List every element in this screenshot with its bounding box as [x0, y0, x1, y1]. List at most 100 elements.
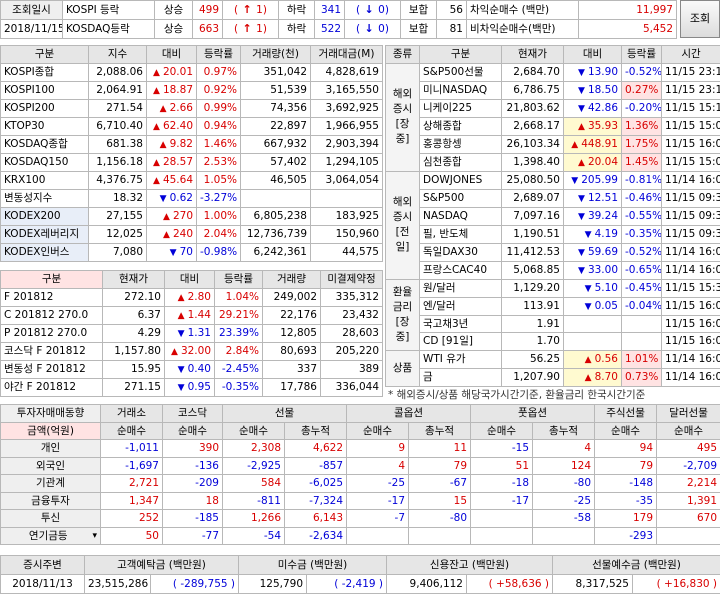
table-row[interactable]: 해외 증시 [장중]S&P500선물2,684.7013.90-0.52%11/…	[385, 62, 720, 172]
table-row[interactable]: 야간 F 201812271.15 0.95-0.35%17,786336,044	[0, 377, 383, 397]
change-cell: 20.04	[563, 152, 622, 172]
table-row[interactable]: 엔/달러113.91 0.05-0.04%11/15 16:00	[386, 296, 720, 316]
table-row[interactable]: 프랑스CAC405,068.85 33.00-0.65%11/14 16:00	[386, 260, 720, 280]
flow-value: 179	[594, 509, 658, 528]
table-row[interactable]: 개인 -1,011 390 2,308 4,622 9 11 -15 4 94 495	[0, 439, 720, 458]
global-note: * 해외증시/상품 해당국가시간기준, 환율금리 한국시간기준	[388, 389, 646, 401]
row-value: 21,803.62	[501, 98, 564, 118]
down-triangle-icon	[578, 101, 588, 117]
table-row[interactable]: 필, 반도체1,190.51 4.19-0.35%11/15 09:32	[386, 224, 720, 244]
table-row[interactable]: 미니NASDAQ6,786.75 18.500.27%11/15 23:14	[386, 80, 720, 100]
row-volume: 6,805,238	[240, 206, 311, 226]
table-row[interactable]: 상품WTI 유가56.25 0.561.01%11/14 16:00	[385, 349, 720, 387]
investor-name[interactable]: 연기금등 ▾	[0, 526, 101, 545]
table-row[interactable]: KOSPI종합2,088.06 20.010.97%351,0424,828,61…	[0, 62, 383, 82]
down-triangle-icon	[160, 191, 170, 207]
flow-value: 670	[656, 509, 720, 528]
table-row[interactable]: KOSDAQ1501,156.18 28.572.53%57,4021,294,1…	[0, 152, 383, 172]
row-value: 6.37	[102, 305, 165, 325]
table-row[interactable]: 해외 증시 [전일]DOWJONES25,080.50205.99-0.81%1…	[385, 170, 720, 280]
row-volume: 22,176	[262, 305, 321, 325]
row-time: 11/15 15:00	[661, 152, 720, 172]
table-row[interactable]: S&P5002,689.07 12.51-0.46%11/15 09:37	[386, 188, 720, 208]
table-row[interactable]: 코스닥 F 2018121,157.80 32.002.84%80,693205,…	[0, 341, 383, 361]
flow-value: 6,143	[283, 509, 348, 528]
change-value: 2.66	[169, 101, 193, 114]
table-cell: 상승	[154, 19, 193, 39]
table-row[interactable]: 변동성 F 20181215.95 0.40-2.45%337389	[0, 359, 383, 379]
flow-value: 4	[346, 456, 410, 475]
table-row[interactable]: CD [91일]1.70 11/15 16:00	[386, 332, 720, 351]
row-rate: 0.27%	[621, 80, 662, 100]
dropdown-arrow-icon[interactable]: ▾	[92, 528, 97, 544]
table-row[interactable]: 국고채3년1.91 11/15 16:00	[386, 314, 720, 333]
row-amount: 3,692,925	[310, 98, 383, 118]
table-row[interactable]: F 201812272.10 2.801.04%249,002335,312	[0, 287, 383, 307]
table-cell: 고객예탁금 (백만원)	[84, 555, 239, 575]
table-row[interactable]: KRX1004,376.75 45.641.05%46,5053,064,054	[0, 170, 383, 190]
row-value: 271.15	[102, 377, 165, 397]
table-row[interactable]: 변동성지수18.32 0.62-3.27%	[0, 188, 383, 208]
table-row[interactable]: 연기금등 ▾ 50 -77 -54 -2,634 -293	[0, 526, 720, 545]
table-row[interactable]: KODEX20027,155 2701.00%6,805,238183,925	[0, 206, 383, 226]
table-row[interactable]: KOSPI200271.54 2.660.99%74,3563,692,925	[0, 98, 383, 118]
row-name: 프랑스CAC40	[419, 260, 502, 280]
table-row[interactable]: P 201812 270.04.29 1.3123.39%12,80528,603	[0, 323, 383, 343]
column-header: 종류	[385, 45, 420, 64]
row-name: 엔/달러	[419, 296, 502, 316]
row-volume	[240, 188, 311, 208]
change-value: 2.80	[187, 290, 211, 303]
column-header: 콜옵션	[346, 404, 472, 423]
table-row[interactable]: 기관계 2,721 -209 584 -6,025 -25 -67 -18 -80 -148 2,2…	[0, 474, 720, 493]
table-row[interactable]: KODEX인버스7,080 70-0.98%6,242,36144,575	[0, 242, 383, 262]
flow-value: -25	[346, 474, 410, 493]
table-row[interactable]: NASDAQ7,097.16 39.24-0.55%11/15 09:32	[386, 206, 720, 226]
flow-value: 124	[532, 456, 596, 475]
change-cell: 62.40	[146, 116, 197, 136]
row-volume: 57,402	[240, 152, 311, 172]
table-row[interactable]: 심천종합1,398.40 20.041.45%11/15 15:00	[386, 152, 720, 172]
table-row[interactable]: 금1,207.90 8.700.73%11/14 16:00	[386, 367, 720, 387]
up-triangle-icon	[163, 209, 173, 225]
refresh-button[interactable]: 조회	[680, 0, 720, 38]
down-triangle-icon	[178, 326, 188, 342]
section-label: 상품	[385, 349, 420, 387]
change-cell: 8.70	[563, 367, 622, 387]
table-row[interactable]: KOSPI1002,064.91 18.870.92%51,5393,165,55…	[0, 80, 383, 100]
change-cell: 12.51	[563, 188, 622, 208]
row-value: 4.29	[102, 323, 165, 343]
table-row[interactable]: 홍콩항셍26,103.34 448.911.75%11/15 16:09	[386, 134, 720, 154]
table-row[interactable]: 상해종합2,668.17 35.931.36%11/15 15:01	[386, 116, 720, 136]
credit-balance-change: ( +58,636 )	[466, 574, 553, 594]
column-header: 순매수	[222, 421, 285, 440]
table-row[interactable]: 환율 금리 [장중]원/달러1,129.20 5.10-0.45%11/15 15…	[385, 278, 720, 351]
table-row[interactable]: KODEX레버리지12,025 2402.04%12,736,739150,960	[0, 224, 383, 244]
change-cell: 35.93	[563, 116, 622, 136]
table-row[interactable]: 니케이22521,803.62 42.86-0.20%11/15 15:15	[386, 98, 720, 118]
table-row[interactable]: KTOP306,710.40 62.400.94%22,8971,966,955	[0, 116, 383, 136]
row-volume: 351,042	[240, 62, 311, 82]
row-rate: -2.45%	[214, 359, 263, 379]
row-rate: -0.45%	[621, 278, 662, 298]
table-row[interactable]: 투신 252 -185 1,266 6,143 -7 -80 -58 179 670	[0, 509, 720, 528]
table-row[interactable]: KOSDAQ종합681.38 9.821.46%667,9322,903,394	[0, 134, 383, 154]
row-rate: 0.73%	[621, 367, 662, 387]
table-row[interactable]: 금융투자 1,347 18 -811 -7,324 -17 15 -17 -25 -35 1,391	[0, 491, 720, 510]
row-rate: -0.46%	[621, 188, 662, 208]
row-amount: 3,064,054	[310, 170, 383, 190]
change-cell: 18.87	[146, 80, 197, 100]
row-volume: 51,539	[240, 80, 311, 100]
column-header: 현재가	[501, 45, 564, 64]
table-row[interactable]: 독일DAX3011,412.53 59.69-0.52%11/14 16:00	[386, 242, 720, 262]
change-cell: 33.00	[563, 260, 622, 280]
row-amount: 3,165,550	[310, 80, 383, 100]
flow-value: 9	[346, 439, 410, 458]
table-row[interactable]: C 201812 270.06.37 1.4429.21%22,17623,432	[0, 305, 383, 325]
row-name: 미니NASDAQ	[419, 80, 502, 100]
column-header: 대비	[563, 45, 622, 64]
change-value: 0.56	[594, 352, 618, 365]
row-time: 11/15 09:37	[661, 188, 720, 208]
change-cell: 4.19	[563, 224, 622, 244]
column-header: 구분	[419, 45, 502, 64]
table-row[interactable]: 외국인 -1,697 -136 -2,925 -857 4 79 51 124 79 -2,709	[0, 456, 720, 475]
